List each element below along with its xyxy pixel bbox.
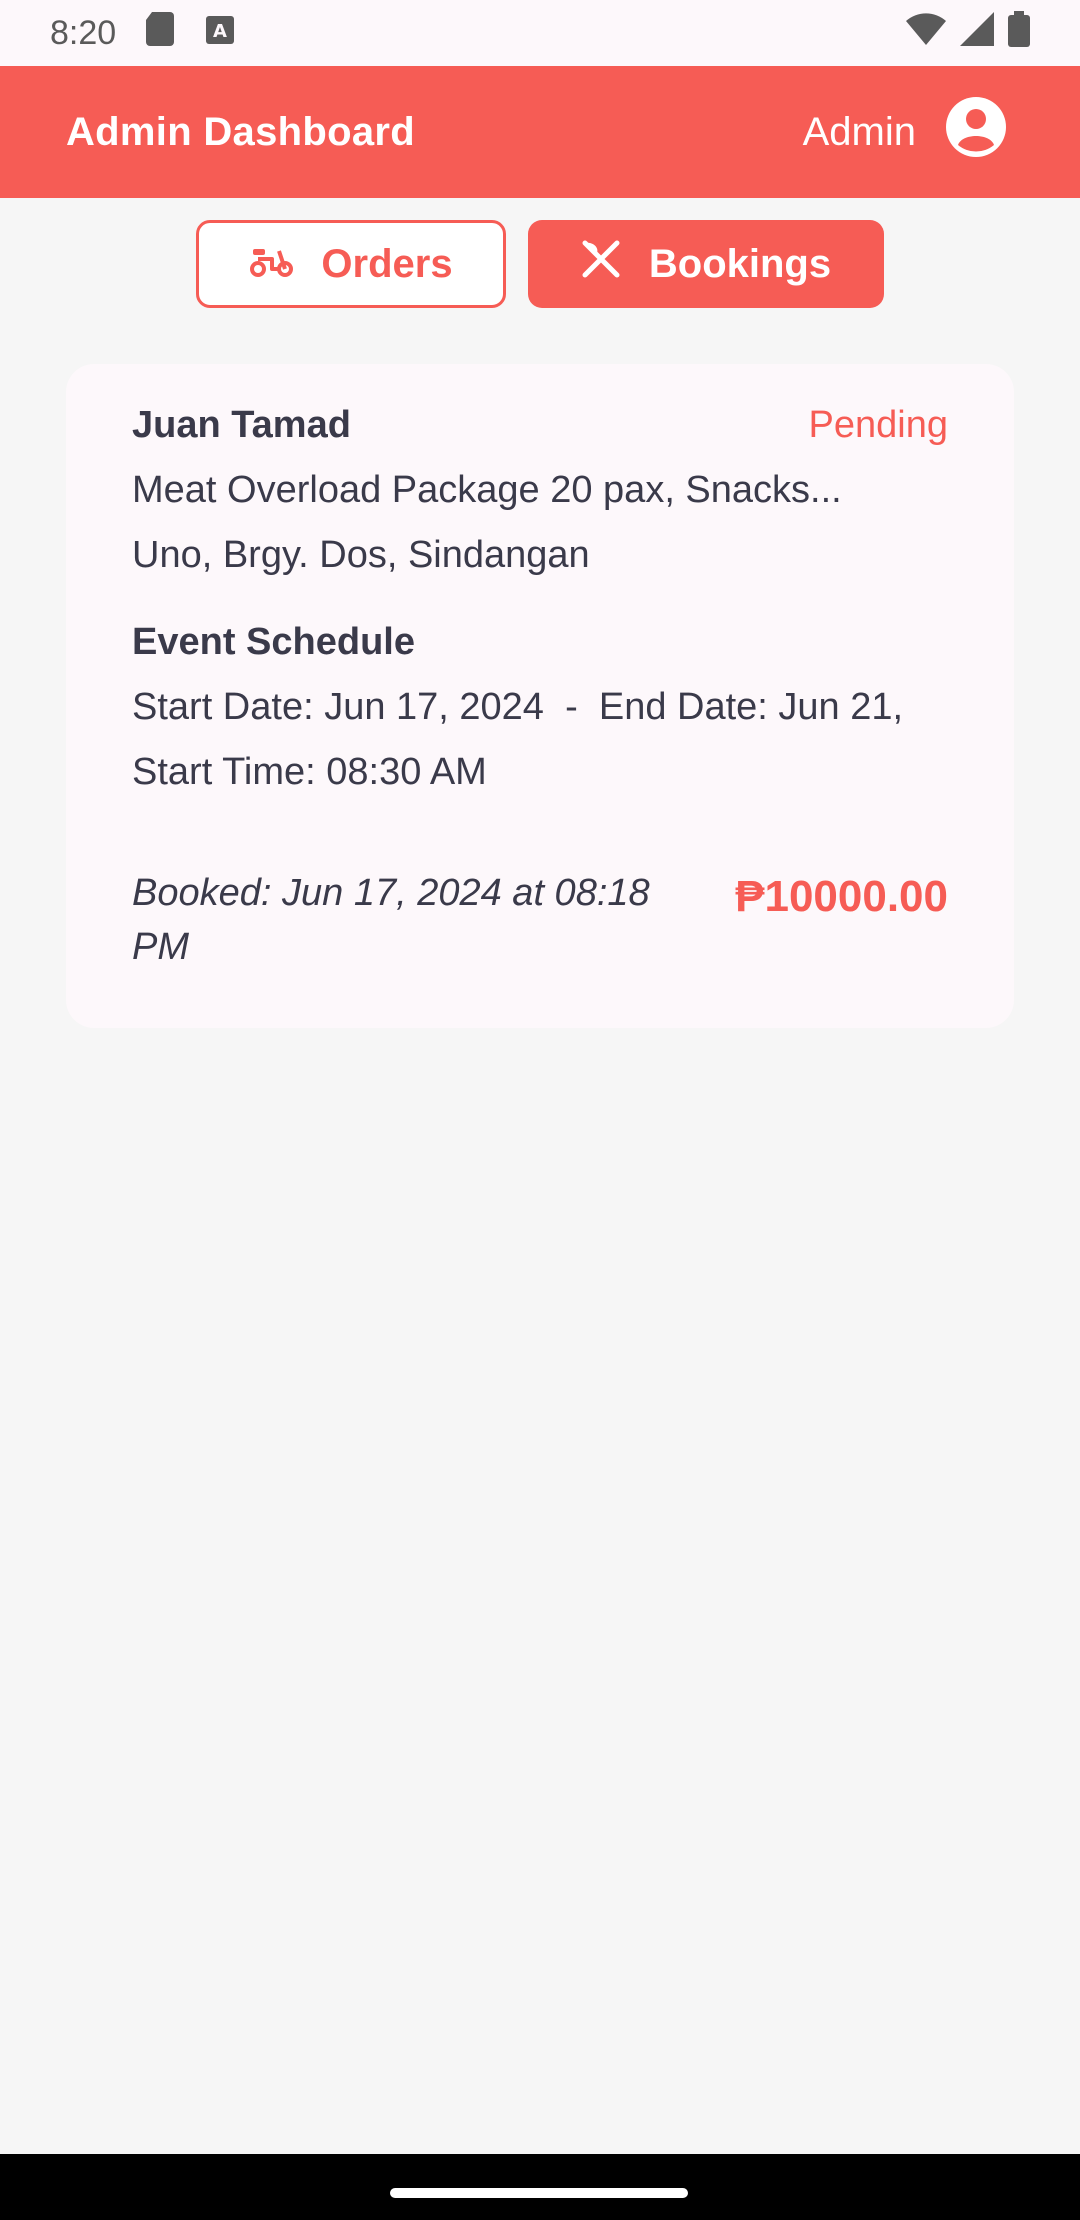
tab-bookings-label: Bookings (648, 241, 832, 286)
system-nav-bar (0, 2154, 1080, 2220)
booking-header: Juan Tamad Pending (132, 404, 948, 447)
user-label: Admin (802, 109, 916, 154)
segment-tabs: Orders Bookings (196, 220, 884, 308)
status-badge: Pending (808, 404, 948, 446)
booked-label: Booked (132, 872, 261, 914)
booking-card[interactable]: Juan Tamad Pending Meat Overload Package… (66, 364, 1014, 1028)
tab-orders-label: Orders (321, 241, 453, 286)
scooter-icon (249, 242, 294, 287)
address-text: Uno, Brgy. Dos, Sindangan (132, 534, 590, 576)
account-circle-icon[interactable] (944, 95, 1008, 169)
booking-price: ₱10000.00 (735, 872, 948, 921)
package-text: Meat Overload Package 20 pax, Snacks... (132, 469, 842, 511)
user-menu[interactable]: Admin (803, 95, 1008, 169)
status-time: 8:20 (50, 13, 117, 52)
home-handle[interactable] (390, 2188, 688, 2198)
fork-knife-icon (581, 239, 621, 289)
status-left: 8:20 A (50, 11, 235, 55)
start-date: Start Date: Jun 17, 2024 (132, 686, 544, 728)
status-bar: 8:20 A (0, 0, 1080, 66)
svg-text:A: A (213, 21, 227, 42)
sd-card-icon (146, 11, 176, 55)
tab-orders[interactable]: Orders (196, 220, 506, 308)
font-a-icon: A (206, 14, 235, 53)
status-right (906, 10, 1030, 56)
date-range: Start Date: Jun 17, 2024 - End Date: Jun… (132, 686, 948, 729)
battery-icon (1008, 10, 1030, 56)
end-date: End Date: Jun 21, (598, 686, 904, 728)
wifi-icon (906, 12, 946, 54)
date-separator: - (565, 686, 578, 728)
cell-signal-icon (960, 11, 994, 55)
booking-footer: Booked: Jun 17, 2024 at 08:18 PM ₱10000.… (132, 866, 948, 974)
app-bar: Admin Dashboard Admin (0, 66, 1080, 198)
tab-bookings[interactable]: Bookings (528, 220, 884, 308)
booked-timestamp: Booked: Jun 17, 2024 at 08:18 PM (132, 866, 692, 974)
start-time: Start Time: 08:30 AM (132, 751, 487, 793)
event-schedule-title: Event Schedule (132, 621, 415, 663)
page-title: Admin Dashboard (66, 109, 415, 154)
customer-name: Juan Tamad (132, 404, 351, 446)
